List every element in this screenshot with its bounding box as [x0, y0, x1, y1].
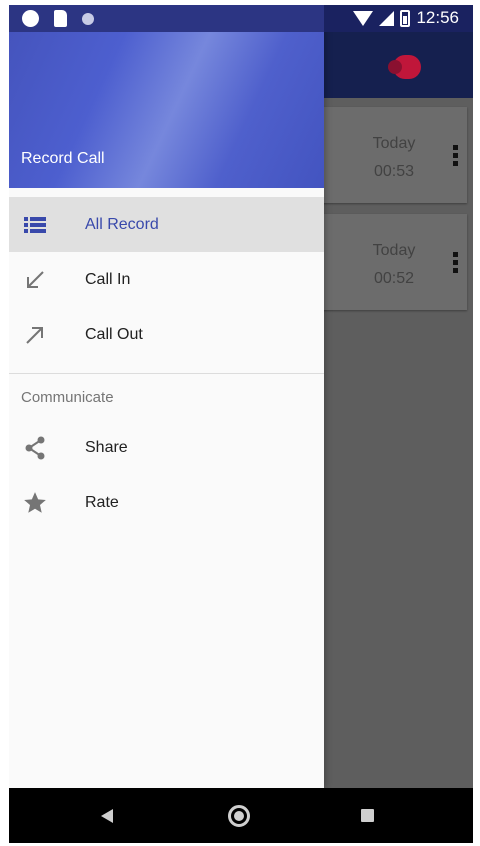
record-duration: 00:53 [373, 163, 415, 180]
section-header: Communicate [21, 388, 114, 406]
system-navigation-bar [9, 788, 473, 843]
list-icon [22, 212, 48, 238]
status-bar: 12:56 [9, 5, 473, 32]
navigation-drawer: Record Call All Record Call In Call Out … [9, 5, 324, 788]
phone-screen: 12:56 Today 00:53 Today 00:52 Record Cal… [9, 5, 473, 843]
menu-item-all-record[interactable]: All Record [9, 197, 324, 252]
wifi-icon [353, 10, 374, 26]
recording-toggle-icon[interactable] [388, 55, 421, 79]
battery-icon [400, 9, 411, 27]
menu-item-label: Call Out [85, 325, 143, 343]
record-date: Today [372, 242, 416, 259]
record-duration: 00:52 [373, 270, 415, 287]
signal-icon [379, 10, 395, 26]
record-date: Today [372, 135, 416, 152]
notification-dot-icon [82, 13, 94, 25]
menu-item-call-out[interactable]: Call Out [9, 307, 324, 362]
sd-card-icon [54, 10, 67, 27]
menu-item-label: All Record [85, 215, 159, 233]
back-icon[interactable] [101, 809, 113, 823]
menu-item-rate[interactable]: Rate [9, 475, 324, 530]
more-options-icon[interactable] [453, 145, 459, 166]
drawer-title: Record Call [21, 150, 105, 167]
notification-circle-icon [22, 10, 39, 27]
share-icon [22, 435, 48, 461]
more-options-icon[interactable] [453, 252, 459, 273]
recent-apps-icon[interactable] [361, 809, 374, 822]
call-out-arrow-icon [22, 322, 48, 348]
menu-item-share[interactable]: Share [9, 420, 324, 475]
menu-item-call-in[interactable]: Call In [9, 252, 324, 307]
status-time: 12:56 [416, 8, 459, 27]
call-in-arrow-icon [22, 267, 48, 293]
drawer-menu: All Record Call In Call Out Communicate … [9, 197, 324, 530]
menu-item-label: Share [85, 438, 128, 456]
home-icon[interactable] [228, 805, 250, 827]
menu-item-label: Call In [85, 270, 131, 288]
star-icon [22, 490, 48, 516]
drawer-header: Record Call [9, 32, 324, 188]
menu-item-label: Rate [85, 493, 119, 511]
